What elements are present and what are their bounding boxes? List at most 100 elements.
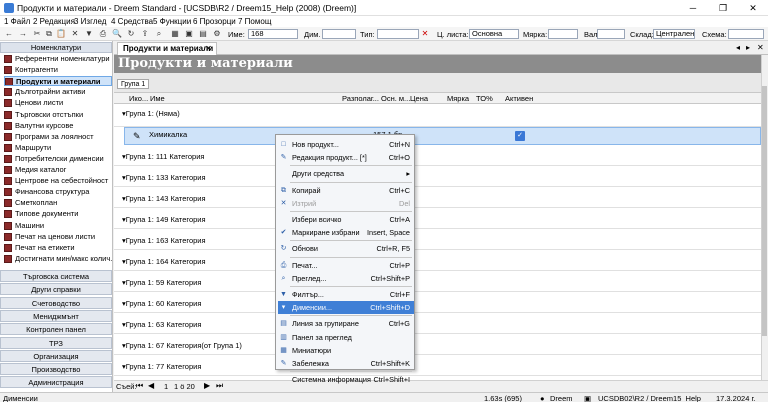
context-menu-item[interactable]: Избери всичко Ctrl+A — [278, 213, 414, 226]
sidebar-item[interactable]: Финансова структура — [4, 187, 112, 197]
group-row[interactable]: ▾Група 1: (Няма) — [114, 104, 761, 127]
filter-icon[interactable]: ▼ — [84, 29, 94, 39]
delete-icon[interactable]: ✕ — [70, 29, 80, 39]
sidebar-item[interactable]: Достигнати мин/макс колич... — [4, 254, 112, 264]
sidebar-group[interactable]: Търговска система — [0, 270, 112, 282]
warehouse-select[interactable]: Централен — [653, 29, 695, 39]
tab-left-icon[interactable]: ◂ — [736, 43, 740, 52]
group-row[interactable]: ▾Група 1: 164 Категория — [114, 250, 761, 271]
sidebar-item[interactable]: Центрове на себестойност — [4, 176, 112, 186]
col-price[interactable]: Цена — [410, 94, 428, 103]
sidebar-item[interactable]: Медия каталог — [4, 165, 112, 175]
context-menu-item[interactable]: ▦ Миниатюри — [278, 344, 414, 357]
group-row[interactable]: ▾Група 1: 143 Категория — [114, 187, 761, 208]
sidebar-item[interactable]: Печат на ценови листи — [4, 232, 112, 242]
context-menu-item[interactable]: ↻ Обнови Ctrl+R, F5 — [278, 242, 414, 255]
back-icon[interactable]: ← — [4, 29, 14, 39]
group-row[interactable]: ▾Група 1: 67 Категория(от Група 1) — [114, 334, 761, 355]
sidebar-item[interactable]: Типове документи — [4, 209, 112, 219]
prev-page-icon[interactable]: ◀ — [148, 381, 154, 390]
type-select[interactable] — [377, 29, 419, 39]
sidebar-group[interactable]: Организация — [0, 349, 112, 362]
refresh-icon[interactable]: ↻ — [126, 29, 136, 39]
nav-header-nomenclatures[interactable]: Номенклатури — [0, 42, 112, 53]
group-row[interactable]: ▾Група 1: 149 Категория — [114, 208, 761, 229]
sidebar-group[interactable]: ТРЗ — [0, 336, 112, 349]
print-icon[interactable]: ⎙ — [98, 29, 108, 39]
close-tab-icon[interactable]: ✕ — [205, 43, 212, 55]
context-menu-item[interactable]: ⧉ Копирай Ctrl+C — [278, 184, 414, 197]
tab-close-icon[interactable]: ✕ — [757, 43, 764, 52]
col-unit[interactable]: Мярка — [447, 94, 469, 103]
group-row[interactable]: ▾Група 1: 133 Категория — [114, 166, 761, 187]
scheme-select[interactable] — [728, 29, 764, 39]
menu-file[interactable]: 1 Файл — [4, 17, 30, 26]
sidebar-item[interactable]: Валутни курсове — [4, 121, 112, 131]
group-row[interactable]: ▾Група 1: 59 Категория — [114, 271, 761, 292]
menu-help[interactable]: 7 Помощ — [238, 17, 271, 26]
export-excel-icon[interactable]: ▣ — [184, 29, 194, 39]
sidebar-group[interactable]: Контролен панел — [0, 323, 112, 336]
sidebar-item[interactable]: Търговски отстъпки — [4, 110, 112, 120]
col-icon[interactable]: Ико... — [129, 94, 148, 103]
context-menu-item[interactable]: ▤ Линия за групиране Ctrl+G — [278, 317, 414, 330]
sidebar-item[interactable]: Продукти и материали — [4, 76, 112, 87]
close-window-button[interactable]: ✕ — [738, 0, 768, 16]
sidebar-item[interactable]: Печат на етикети — [4, 243, 112, 253]
group-row[interactable]: ▾ Група 1: 60 Категория — [114, 292, 761, 313]
sidebar-item[interactable]: Дълготрайни активи — [4, 87, 112, 97]
sidebar-item[interactable]: Програми за лоялност — [4, 132, 112, 142]
currency-select[interactable] — [597, 29, 625, 39]
copy-icon[interactable]: ⧉ — [44, 29, 54, 39]
group-row[interactable]: ▾Група 1: 163 Категория — [114, 229, 761, 250]
menu-view[interactable]: 3 Изглед — [74, 17, 106, 26]
context-menu-item[interactable]: ▥ Панел за преглед — [278, 331, 414, 344]
context-menu-item[interactable]: ▾ Дименсии... Ctrl+Shift+D — [278, 301, 414, 315]
menu-functions[interactable]: 5 Функции — [153, 17, 191, 26]
tab-right-icon[interactable]: ▸ — [746, 43, 750, 52]
menu-tools[interactable]: 4 Средства — [111, 17, 153, 26]
col-active[interactable]: Активен — [505, 94, 533, 103]
dim-input[interactable] — [322, 29, 356, 39]
settings-icon[interactable]: ⚙ — [212, 29, 222, 39]
group-row[interactable]: ▾Група 1: 63 Категория — [114, 313, 761, 334]
paste-icon[interactable]: 📋 — [56, 29, 66, 39]
context-menu-item[interactable]: Системна информация Ctrl+Shift+I — [278, 373, 414, 386]
context-menu-item[interactable]: Други средства ▸ — [278, 167, 414, 180]
menu-edit[interactable]: 2 Редакция — [33, 17, 75, 26]
col-available[interactable]: Разполаг... — [342, 94, 379, 103]
selected-product-row[interactable]: ✎ Химикалка 157,1 бр ✓ — [124, 127, 761, 145]
export-icon[interactable]: ⇪ — [140, 29, 150, 39]
next-page-icon[interactable]: ▶ — [204, 381, 210, 390]
find-icon[interactable]: ⌕ — [154, 29, 164, 39]
sidebar-item[interactable]: Маршрути — [4, 143, 112, 153]
sidebar-group[interactable]: Администрация — [0, 376, 112, 389]
page-number[interactable]: 1 — [164, 382, 168, 391]
sidebar-item[interactable]: Контрагенти — [4, 65, 112, 75]
col-to-percent[interactable]: ТО% — [476, 94, 493, 103]
group-row[interactable]: ▾Група 1: 77 Категория — [114, 355, 761, 376]
sidebar-item[interactable]: Сметкоплан — [4, 198, 112, 208]
context-menu-item[interactable]: ⌕ Преглед... Ctrl+Shift+P — [278, 272, 414, 285]
forward-icon[interactable]: → — [18, 29, 28, 39]
last-page-icon[interactable]: ⏭ — [216, 381, 223, 391]
group-chip[interactable]: Група 1 — [117, 79, 150, 89]
preview-icon[interactable]: 🔍 — [112, 29, 122, 39]
context-menu-item[interactable]: □ Нов продукт... Ctrl+N — [278, 138, 414, 151]
col-name[interactable]: Име — [150, 94, 165, 103]
sidebar-group[interactable]: Производство — [0, 363, 112, 376]
menu-windows[interactable]: 6 Прозорци — [193, 17, 236, 26]
sidebar-group[interactable]: Мениджмънт — [0, 309, 112, 322]
first-page-icon[interactable]: ⏮ — [136, 381, 143, 391]
sidebar-group[interactable]: Счетоводство — [0, 296, 112, 309]
name-input[interactable]: 168 — [248, 29, 298, 39]
col-base-unit[interactable]: Осн. м... — [381, 94, 410, 103]
group-row[interactable]: ▾Група 1: 111 Категория — [114, 145, 761, 166]
pricelist-select[interactable]: Основна — [469, 29, 519, 39]
scrollbar-thumb[interactable] — [762, 86, 767, 336]
table-icon[interactable]: ▦ — [170, 29, 180, 39]
context-menu-item[interactable]: ✕ Изтрий Del — [278, 197, 414, 210]
sidebar-item[interactable]: Ценови листи — [4, 98, 112, 108]
sidebar-item[interactable]: Референтни номенклатури — [4, 54, 112, 64]
calc-icon[interactable]: ▤ — [198, 29, 208, 39]
